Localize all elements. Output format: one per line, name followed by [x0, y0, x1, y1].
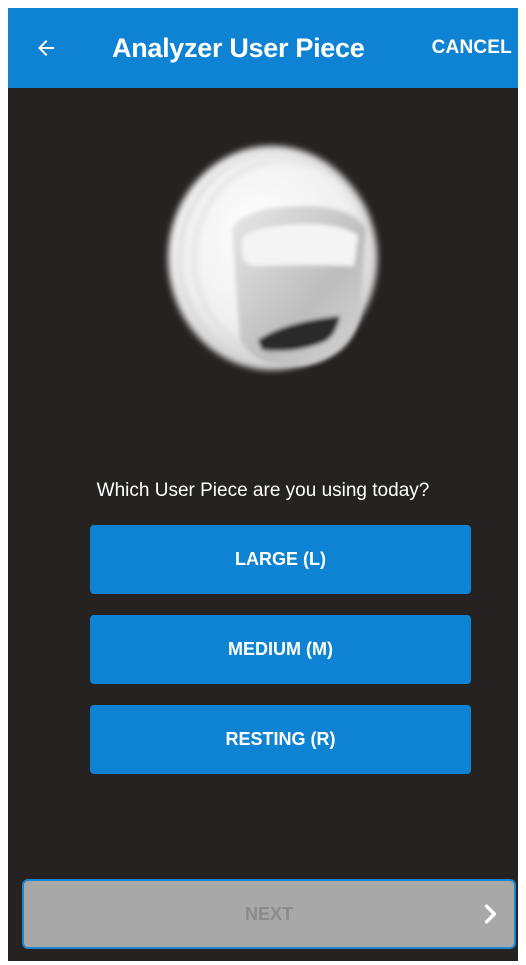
question-text: Which User Piece are you using today? — [96, 480, 430, 501]
analyzer-user-piece-screen: Analyzer User Piece CANCEL Which User Pi… — [8, 8, 518, 961]
back-button[interactable] — [26, 28, 66, 68]
page-title: Analyzer User Piece — [112, 33, 365, 63]
user-piece-image — [154, 136, 414, 396]
option-medium-button[interactable]: MEDIUM (M) — [90, 615, 471, 684]
chevron-right-icon — [484, 904, 497, 924]
option-resting-button[interactable]: RESTING (R) — [90, 705, 471, 774]
app-bar: Analyzer User Piece CANCEL — [8, 8, 518, 88]
next-button-label: NEXT — [244, 904, 293, 924]
option-large-button[interactable]: LARGE (L) — [90, 525, 471, 594]
cancel-button[interactable]: CANCEL — [432, 8, 512, 88]
arrow-left-icon — [38, 40, 54, 56]
next-button[interactable]: NEXT — [22, 879, 516, 949]
